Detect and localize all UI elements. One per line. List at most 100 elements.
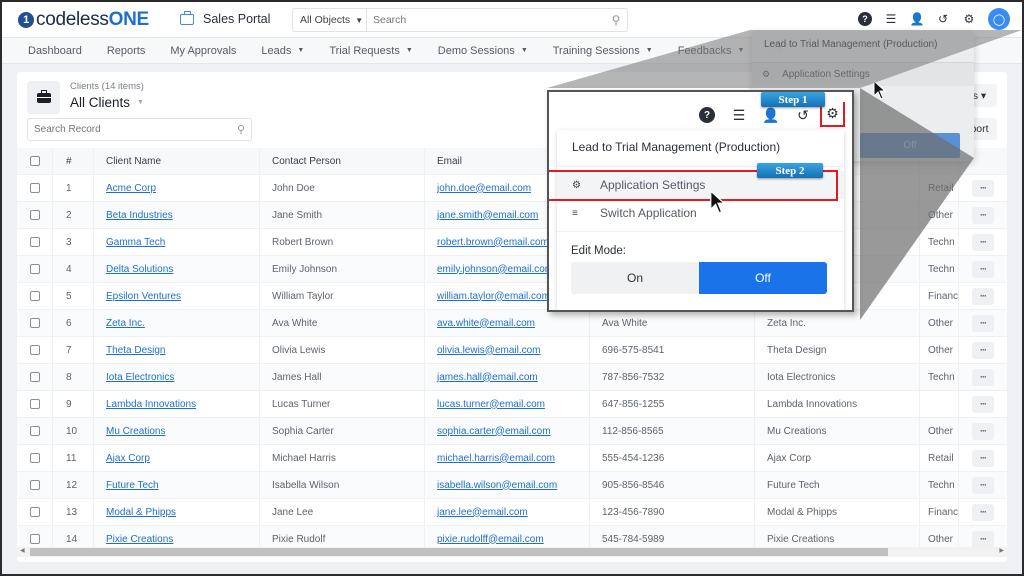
more-actions-button[interactable]: ··· xyxy=(972,422,994,440)
email-link[interactable]: lucas.turner@email.com xyxy=(437,399,545,410)
nav-dashboard[interactable]: Dashboard xyxy=(28,38,82,64)
client-name-link[interactable]: Acme Corp xyxy=(106,183,156,194)
email-link[interactable]: james.hall@email.com xyxy=(437,372,538,383)
table-row[interactable]: 4 Delta Solutions Emily Johnson emily.johns… xyxy=(17,256,1007,283)
email-link[interactable]: emily.johnson@email.com xyxy=(437,264,553,275)
table-row[interactable]: 3 Gamma Tech Robert Brown robert.brown@emai… xyxy=(17,229,1007,256)
email-link[interactable]: john.doe@email.com xyxy=(437,183,531,194)
row-checkbox[interactable] xyxy=(29,480,40,490)
table-row[interactable]: 9 Lambda Innovations Lucas Turner lucas.tur… xyxy=(17,391,1007,418)
client-name-link[interactable]: Future Tech xyxy=(106,480,159,491)
email-link[interactable]: ava.white@email.com xyxy=(437,318,535,329)
client-name-link[interactable]: Zeta Inc. xyxy=(106,318,145,329)
menu-item-switch-application[interactable]: ≡ Switch Application xyxy=(557,199,844,227)
scroll-left-icon[interactable]: ◀ xyxy=(20,547,25,554)
database-icon[interactable]: ☰ xyxy=(731,107,747,123)
row-checkbox[interactable] xyxy=(29,318,40,328)
help-icon[interactable]: ? xyxy=(699,107,715,123)
ghost-edit-mode-off[interactable]: Off xyxy=(860,133,960,158)
nav-training-sessions[interactable]: Training Sessions ▼ xyxy=(553,38,653,64)
header-contact-person[interactable]: Contact Person xyxy=(260,148,425,174)
client-name-link[interactable]: Pixie Creations xyxy=(106,534,173,545)
more-actions-button[interactable]: ··· xyxy=(972,179,994,197)
row-checkbox[interactable] xyxy=(29,237,40,247)
table-row[interactable]: 13 Modal & Phipps Jane Lee jane.lee@email.c… xyxy=(17,499,1007,526)
nav-trial-requests[interactable]: Trial Requests ▼ xyxy=(329,38,412,64)
scrollbar-thumb[interactable] xyxy=(30,548,888,556)
more-actions-button[interactable]: ··· xyxy=(972,503,994,521)
email-link[interactable]: jane.smith@email.com xyxy=(437,210,538,221)
client-name-link[interactable]: Beta Industries xyxy=(106,210,173,221)
search-icon[interactable]: ⚲ xyxy=(605,13,627,27)
row-checkbox[interactable] xyxy=(29,264,40,274)
nav-my-approvals[interactable]: My Approvals xyxy=(170,38,236,64)
more-actions-button[interactable]: ··· xyxy=(972,233,994,251)
client-name-link[interactable]: Gamma Tech xyxy=(106,237,165,248)
row-checkbox[interactable] xyxy=(29,507,40,517)
more-actions-button[interactable]: ··· xyxy=(972,449,994,467)
user-avatar[interactable]: ◯ xyxy=(988,8,1010,30)
more-actions-button[interactable]: ··· xyxy=(972,530,994,548)
client-name-link[interactable]: Lambda Innovations xyxy=(106,399,196,410)
email-link[interactable]: pixie.rudolff@email.com xyxy=(437,534,544,545)
row-checkbox[interactable] xyxy=(29,426,40,436)
row-checkbox[interactable] xyxy=(29,183,40,193)
table-row[interactable]: 6 Zeta Inc. Ava White ava.white@email.com Av… xyxy=(17,310,1007,337)
gear-icon[interactable]: ⚙ xyxy=(962,12,976,26)
more-actions-button[interactable]: ··· xyxy=(972,395,994,413)
record-search-input[interactable] xyxy=(28,124,231,135)
more-actions-button[interactable]: ··· xyxy=(972,314,994,332)
row-checkbox[interactable] xyxy=(29,399,40,409)
search-icon[interactable]: ⚲ xyxy=(231,123,251,136)
email-link[interactable]: michael.harris@email.com xyxy=(437,453,555,464)
table-row[interactable]: 5 Epsilon Ventures William Taylor william.t… xyxy=(17,283,1007,310)
add-user-icon[interactable]: 👤 xyxy=(910,12,925,26)
logo[interactable]: 1 codeless ONE xyxy=(18,9,149,31)
history-icon[interactable]: ↺ xyxy=(795,107,811,123)
history-icon[interactable]: ↺ xyxy=(936,12,950,26)
object-scope-select[interactable]: All Objects ▼ xyxy=(293,9,367,31)
table-row[interactable]: 10 Mu Creations Sophia Carter sophia.carter… xyxy=(17,418,1007,445)
table-row[interactable]: 11 Ajax Corp Michael Harris michael.harris@… xyxy=(17,445,1007,472)
header-number[interactable]: # xyxy=(53,148,94,174)
horizontal-scrollbar[interactable]: ◀ ▶ xyxy=(17,547,1007,557)
ghost-application-settings[interactable]: ⚙ Application Settings xyxy=(752,62,974,86)
header-client-name[interactable]: Client Name xyxy=(94,148,260,174)
row-checkbox[interactable] xyxy=(29,453,40,463)
more-actions-button[interactable]: ··· xyxy=(972,260,994,278)
row-checkbox[interactable] xyxy=(29,534,40,544)
add-user-icon[interactable]: 👤 xyxy=(762,107,779,123)
portal-name[interactable]: Sales Portal xyxy=(180,10,270,26)
more-actions-button[interactable]: ··· xyxy=(972,368,994,386)
table-row[interactable]: 1 Acme Corp John Doe john.doe@email.com Reta… xyxy=(17,175,1007,202)
email-link[interactable]: olivia.lewis@email.com xyxy=(437,345,541,356)
database-icon[interactable]: ☰ xyxy=(884,12,898,26)
row-checkbox[interactable] xyxy=(29,291,40,301)
more-actions-button[interactable]: ··· xyxy=(972,287,994,305)
nav-feedbacks[interactable]: Feedbacks ▼ xyxy=(678,38,745,64)
row-checkbox[interactable] xyxy=(29,210,40,220)
email-link[interactable]: sophia.carter@email.com xyxy=(437,426,551,437)
scroll-right-icon[interactable]: ▶ xyxy=(999,547,1004,554)
table-row[interactable]: 2 Beta Industries Jane Smith jane.smith@ema… xyxy=(17,202,1007,229)
more-actions-button[interactable]: ··· xyxy=(972,341,994,359)
row-checkbox[interactable] xyxy=(29,345,40,355)
client-name-link[interactable]: Modal & Phipps xyxy=(106,507,176,518)
nav-demo-sessions[interactable]: Demo Sessions ▼ xyxy=(438,38,528,64)
email-link[interactable]: william.taylor@email.com xyxy=(437,291,550,302)
row-checkbox[interactable] xyxy=(29,372,40,382)
global-search-input[interactable] xyxy=(367,9,605,31)
table-row[interactable]: 8 Iota Electronics James Hall james.hall@em… xyxy=(17,364,1007,391)
edit-mode-on[interactable]: On xyxy=(571,262,699,294)
client-name-link[interactable]: Epsilon Ventures xyxy=(106,291,181,302)
table-row[interactable]: 7 Theta Design Olivia Lewis olivia.lewis@em… xyxy=(17,337,1007,364)
select-all-checkbox[interactable] xyxy=(29,156,40,166)
edit-mode-off[interactable]: Off xyxy=(699,262,827,294)
more-actions-button[interactable]: ··· xyxy=(972,476,994,494)
client-name-link[interactable]: Iota Electronics xyxy=(106,372,174,383)
nav-reports[interactable]: Reports xyxy=(107,38,146,64)
client-name-link[interactable]: Theta Design xyxy=(106,345,165,356)
email-link[interactable]: jane.lee@email.com xyxy=(437,507,528,518)
client-name-link[interactable]: Delta Solutions xyxy=(106,264,173,275)
help-icon[interactable]: ? xyxy=(858,12,872,26)
